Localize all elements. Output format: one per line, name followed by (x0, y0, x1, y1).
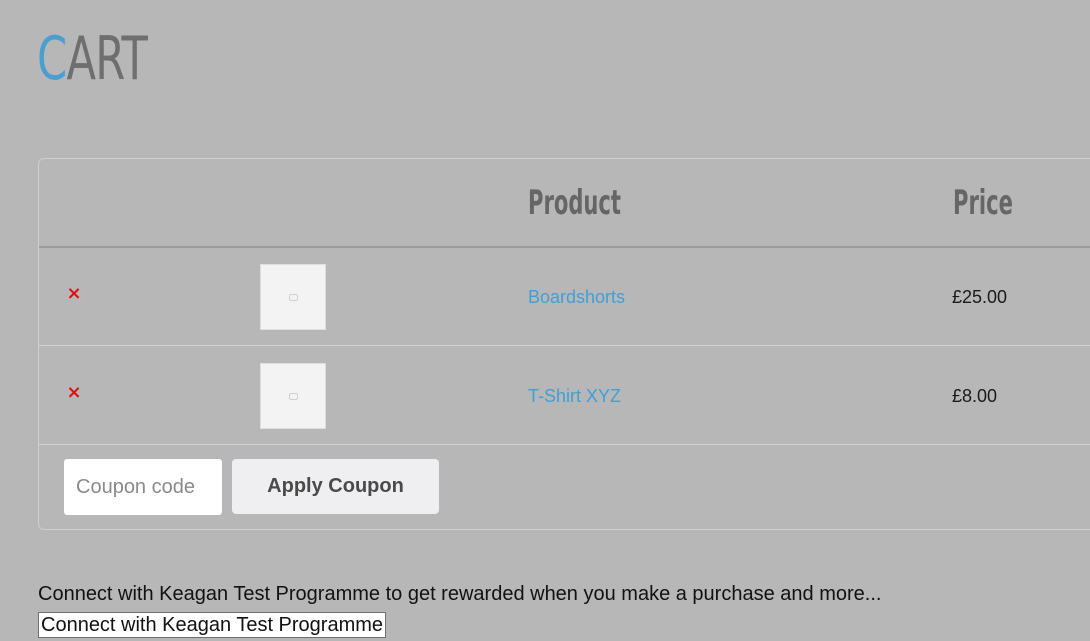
cart-actions: Apply Coupon (39, 445, 1090, 531)
image-placeholder-icon (289, 393, 298, 400)
cart-item-row: × T-Shirt XYZ £8.00 (39, 347, 1090, 445)
cart-table-header: Product Price (39, 159, 1090, 248)
rewards-message: Connect with Keagan Test Programme to ge… (38, 583, 882, 605)
coupon-code-input[interactable] (64, 459, 222, 515)
product-price: £8.00 (952, 386, 998, 406)
cart-table: Product Price × Boardshorts £25.00 × T-S… (38, 158, 1090, 530)
cart-item-row: × Boardshorts £25.00 (39, 248, 1090, 346)
price-column-header: Price (953, 183, 1013, 223)
product-link[interactable]: T-Shirt XYZ (528, 385, 621, 407)
remove-item-icon[interactable]: × (64, 284, 84, 304)
product-price: £25.00 (952, 287, 1008, 307)
product-column-header: Product (528, 183, 621, 223)
connect-rewards-button[interactable]: Connect with Keagan Test Programme (38, 612, 387, 638)
cart-page: CART Product Price × Boardshorts £25.00 … (0, 0, 1090, 641)
product-thumbnail[interactable] (260, 363, 326, 429)
product-link[interactable]: Boardshorts (528, 286, 625, 308)
page-title-accent: C (37, 24, 67, 94)
remove-item-icon[interactable]: × (64, 383, 84, 403)
product-thumbnail[interactable] (260, 264, 326, 330)
page-title: CART (37, 24, 148, 94)
apply-coupon-button[interactable]: Apply Coupon (232, 459, 439, 514)
image-placeholder-icon (289, 294, 298, 301)
page-title-rest: ART (66, 24, 148, 94)
